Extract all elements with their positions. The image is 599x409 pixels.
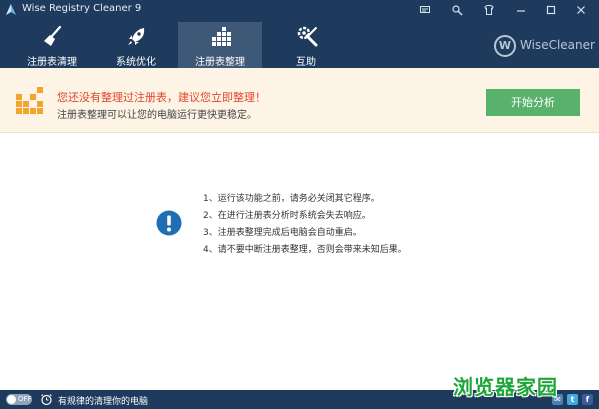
main-toolbar: 注册表清理 系统优化 注册表整理 互助 W WiseCleaner <box>0 20 599 68</box>
notice-subtitle: 注册表整理可以让您的电脑运行更快更稳定。 <box>57 110 257 121</box>
toggle-label: OFF <box>18 395 32 403</box>
tab-system-optimize[interactable]: 系统优化 <box>94 22 178 68</box>
instruction-list: 1、运行该功能之前，请务必关闭其它程序。 2、在进行注册表分析时系统会失去响应。… <box>203 191 407 259</box>
instruction-item: 2、在进行注册表分析时系统会失去响应。 <box>203 211 371 221</box>
rocket-icon <box>128 28 145 45</box>
brand-badge: W <box>494 35 516 57</box>
brand-name: WiseCleaner <box>520 38 595 52</box>
notice-banner: 您还没有整理过注册表，建议您立即整理！ 注册表整理可以让您的电脑运行更快更稳定。… <box>0 68 599 133</box>
blocks-icon <box>212 27 231 46</box>
defrag-blocks-icon <box>16 87 43 114</box>
instruction-item: 1、运行该功能之前，请务必关闭其它程序。 <box>203 194 380 204</box>
broom-icon <box>44 25 62 46</box>
skin-icon[interactable] <box>480 2 498 18</box>
tools-icon <box>297 26 318 47</box>
title-bar: Wise Registry Cleaner 9 <box>0 0 599 20</box>
feedback-icon[interactable] <box>416 2 434 18</box>
notice-title: 您还没有整理过注册表，建议您立即整理！ <box>57 91 266 104</box>
info-icon <box>156 210 182 236</box>
instruction-item: 4、请不要中断注册表整理，否则会带来未知后果。 <box>203 245 407 255</box>
settings-icon[interactable] <box>448 2 466 18</box>
schedule-toggle[interactable]: OFF <box>6 394 32 405</box>
tab-registry-defrag[interactable]: 注册表整理 <box>178 22 262 68</box>
instruction-item: 3、注册表整理完成后电脑会自动重启。 <box>203 228 362 238</box>
close-icon[interactable] <box>572 2 590 18</box>
tab-label: 注册表整理 <box>195 57 245 68</box>
facebook-icon[interactable]: f <box>582 394 593 405</box>
tab-label: 系统优化 <box>116 57 156 68</box>
watermark-text: 浏览器家园 <box>453 375 558 399</box>
twitter-icon[interactable]: t <box>567 394 578 405</box>
app-logo-icon <box>6 4 16 15</box>
window-title: Wise Registry Cleaner 9 <box>22 3 142 14</box>
alarm-clock-icon <box>41 394 52 406</box>
toggle-knob <box>7 395 16 404</box>
tab-label: 注册表清理 <box>27 57 77 68</box>
start-analysis-button[interactable]: 开始分析 <box>486 89 580 116</box>
minimize-icon[interactable] <box>512 2 530 18</box>
tab-registry-cleaner[interactable]: 注册表清理 <box>10 22 94 68</box>
tab-mutual-help[interactable]: 互助 <box>264 22 348 68</box>
tab-label: 互助 <box>296 57 316 68</box>
maximize-icon[interactable] <box>542 2 560 18</box>
schedule-text: 有规律的清理你的电脑 <box>58 397 149 407</box>
